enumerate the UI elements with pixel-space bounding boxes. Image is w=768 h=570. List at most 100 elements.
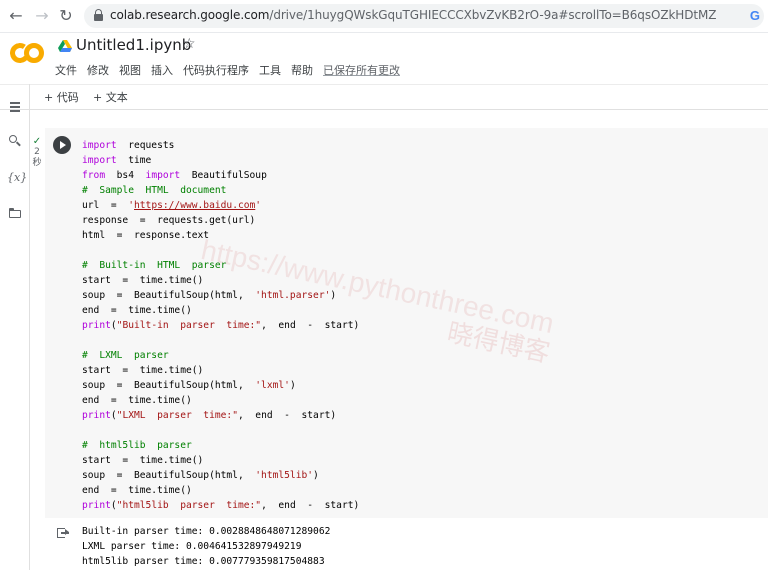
- table-of-contents-icon[interactable]: [7, 99, 23, 115]
- code-token: end = time.time(): [82, 305, 192, 316]
- code-line: soup = BeautifulSoup(html, 'html5lib'): [82, 468, 359, 483]
- code-line: end = time.time(): [82, 393, 359, 408]
- address-bar[interactable]: colab.research.google.com/drive/1huygQWs…: [84, 4, 764, 28]
- output-line: Built-in parser time: 0.0028848648071289…: [82, 526, 331, 537]
- execution-unit: 秒: [32, 158, 42, 168]
- menu-bar: 文件 修改 视图 插入 代码执行程序 工具 帮助 已保存所有更改: [55, 62, 410, 78]
- code-token: print: [82, 500, 111, 511]
- google-drive-icon: [58, 40, 72, 52]
- code-line: url = 'https://www.baidu.com': [82, 198, 359, 213]
- code-line: # html5lib parser: [82, 438, 359, 453]
- lock-icon: [94, 9, 103, 21]
- url-text[interactable]: colab.research.google.com/drive/1huygQWs…: [110, 8, 716, 22]
- code-token: "LXML parser time:": [116, 410, 238, 421]
- code-token: soup = BeautifulSoup(html,: [82, 380, 256, 391]
- cell-output: Built-in parser time: 0.0028848648071289…: [82, 524, 330, 569]
- menu-view[interactable]: 视图: [119, 62, 141, 78]
- code-line: import time: [82, 153, 359, 168]
- code-token: soup = BeautifulSoup(html,: [82, 470, 256, 481]
- output-line: html5lib parser time: 0.0077793598175048…: [82, 556, 325, 567]
- code-token: "html5lib parser time:": [116, 500, 262, 511]
- star-icon[interactable]: ☆: [183, 36, 196, 52]
- code-line: # Sample HTML document: [82, 183, 359, 198]
- code-line: from bs4 import BeautifulSoup: [82, 168, 359, 183]
- saved-status[interactable]: 已保存所有更改: [323, 62, 400, 78]
- menu-insert[interactable]: 插入: [151, 62, 173, 78]
- code-token: ): [313, 470, 319, 481]
- code-token: html = response.text: [82, 230, 210, 241]
- code-token: from: [82, 170, 106, 181]
- variables-icon[interactable]: {x}: [7, 170, 27, 186]
- url-host: colab.research.google.com: [110, 8, 270, 22]
- left-sidebar: {x}: [0, 84, 30, 570]
- code-line: print("Built-in parser time:", end - sta…: [82, 318, 359, 333]
- menu-help[interactable]: 帮助: [291, 62, 313, 78]
- colab-logo-icon[interactable]: [8, 41, 46, 65]
- code-token: end = time.time(): [82, 485, 192, 496]
- check-icon: ✓: [32, 136, 42, 147]
- code-token: requests: [116, 140, 175, 151]
- code-token: print: [82, 410, 111, 421]
- code-line: start = time.time(): [82, 453, 359, 468]
- code-token: response = requests.get(url): [82, 215, 256, 226]
- code-token: import: [82, 140, 117, 151]
- code-token: # html5lib parser: [82, 440, 192, 451]
- code-token: , end - start): [237, 410, 337, 421]
- code-token: start = time.time(): [82, 365, 204, 376]
- browser-toolbar: ← → ↻ colab.research.google.com/drive/1h…: [0, 0, 768, 33]
- code-text[interactable]: import requests import time from bs4 impor…: [82, 138, 359, 513]
- back-arrow-icon[interactable]: ←: [6, 6, 26, 26]
- code-token: 'lxml': [255, 380, 290, 391]
- code-token: start = time.time(): [82, 275, 204, 286]
- code-token: "Built-in parser time:": [116, 320, 262, 331]
- code-token: ): [289, 380, 296, 391]
- code-line: import requests: [82, 138, 359, 153]
- code-line: end = time.time(): [82, 303, 359, 318]
- code-token: ': [255, 200, 262, 211]
- google-icon[interactable]: G: [750, 8, 760, 23]
- menu-file[interactable]: 文件: [55, 62, 77, 78]
- code-token: import: [145, 170, 181, 181]
- menu-edit[interactable]: 修改: [87, 62, 109, 78]
- code-token: start = time.time(): [82, 455, 204, 466]
- notebook-title[interactable]: Untitled1.ipynb: [76, 36, 191, 54]
- add-code-button[interactable]: + 代码: [44, 89, 79, 105]
- folder-icon[interactable]: [7, 205, 23, 221]
- code-line: # LXML parser: [82, 348, 359, 363]
- notebook-header: Untitled1.ipynb ☆ 文件 修改 视图 插入 代码执行程序 工具 帮助 已保存所…: [0, 33, 768, 81]
- code-token: time: [116, 155, 152, 166]
- code-line: start = time.time(): [82, 363, 359, 378]
- run-cell-button[interactable]: [53, 136, 71, 154]
- code-line: soup = BeautifulSoup(html, 'lxml'): [82, 378, 359, 393]
- search-icon[interactable]: [7, 133, 23, 149]
- output-redirect-icon[interactable]: [57, 528, 69, 538]
- code-token: soup = BeautifulSoup(html,: [82, 290, 256, 301]
- execution-seconds: 2: [34, 147, 40, 157]
- code-token: 'html.parser': [255, 290, 331, 301]
- code-token: # LXML parser: [82, 350, 169, 361]
- code-line: response = requests.get(url): [82, 213, 359, 228]
- forward-arrow-icon[interactable]: →: [32, 6, 52, 26]
- code-token: , end - start): [261, 500, 360, 511]
- code-token: , end - start): [261, 320, 360, 331]
- code-token: 'html5lib': [255, 470, 314, 481]
- code-line: end = time.time(): [82, 483, 359, 498]
- menu-runtime[interactable]: 代码执行程序: [183, 62, 249, 78]
- execution-status: ✓ 2 秒: [30, 136, 44, 169]
- code-token: end = time.time(): [82, 395, 192, 406]
- menu-tools[interactable]: 工具: [259, 62, 281, 78]
- code-token: BeautifulSoup: [180, 170, 267, 181]
- reload-icon[interactable]: ↻: [56, 6, 76, 26]
- url-path: /drive/1huygQWskGquTGHIECCCXbvZvKB2rO-9a…: [269, 8, 717, 22]
- code-token: bs4: [105, 170, 146, 181]
- code-token: print: [82, 320, 111, 331]
- output-line: LXML parser time: 0.004641532897949219: [82, 541, 302, 552]
- code-token: url =: [82, 200, 129, 211]
- code-line: print("LXML parser time:", end - start): [82, 408, 359, 423]
- code-token: import: [82, 155, 117, 166]
- cell-toolbar: + 代码 + 文本: [0, 84, 768, 110]
- add-text-button[interactable]: + 文本: [93, 89, 128, 105]
- code-token: https://www.baidu.com: [134, 200, 256, 211]
